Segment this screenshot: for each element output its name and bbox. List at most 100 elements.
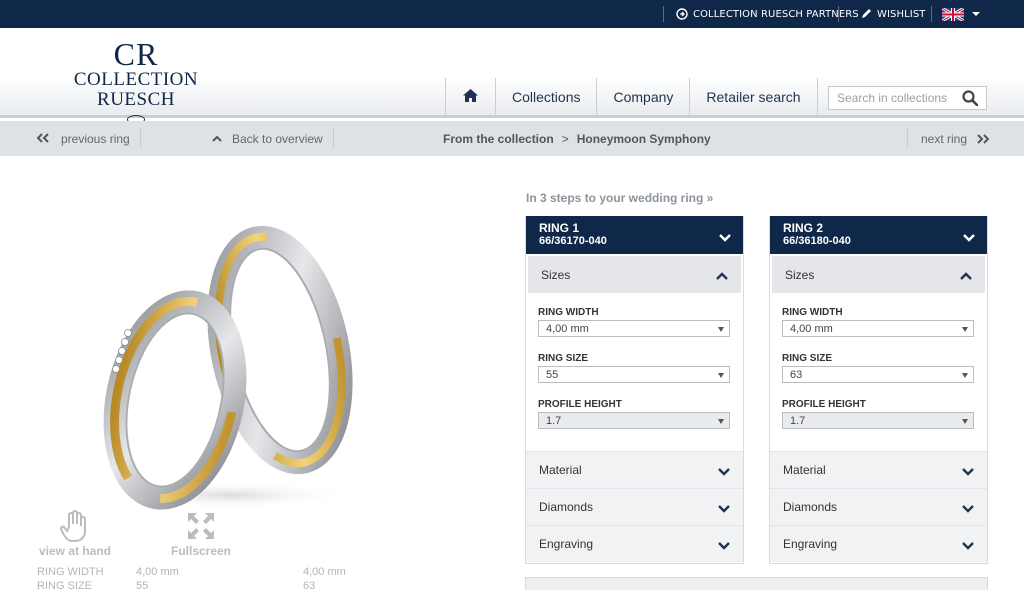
diamonds-section-toggle[interactable]: Diamonds xyxy=(526,488,743,525)
chevron-down-icon xyxy=(962,539,974,553)
profile-height-value: 1.7 xyxy=(790,414,806,427)
dropdown-arrow-icon xyxy=(962,327,968,332)
dropdown-arrow-icon xyxy=(718,419,724,424)
spec-ring2-value: 63 xyxy=(303,580,316,590)
engraving-section-toggle[interactable]: Engraving xyxy=(770,525,987,562)
fullscreen-label: Fullscreen xyxy=(170,544,232,558)
pencil-icon xyxy=(860,8,872,20)
breadcrumb-from[interactable]: From the collection xyxy=(443,132,554,146)
top-bar: COLLECTION RUESCH PARTNERS WISHLIST xyxy=(0,0,1024,28)
language-selector[interactable] xyxy=(942,0,980,28)
partners-link[interactable]: COLLECTION RUESCH PARTNERS xyxy=(676,0,859,28)
diamonds-label: Diamonds xyxy=(783,500,838,514)
ring-width-label: RING WIDTH xyxy=(538,307,599,318)
sizes-label: Sizes xyxy=(541,267,571,282)
spec-ring1-value: 4,00 mm xyxy=(136,566,179,578)
sizes-label: Sizes xyxy=(785,267,815,282)
dropdown-arrow-icon xyxy=(962,373,968,378)
ring-size-label: RING SIZE xyxy=(782,353,833,364)
profile-height-value: 1.7 xyxy=(546,414,562,427)
breadcrumb: From the collection > Honeymoon Symphony xyxy=(443,121,711,156)
dropdown-arrow-icon xyxy=(718,373,724,378)
three-steps-link[interactable]: In 3 steps to your wedding ring » xyxy=(526,191,713,205)
ring-size-select[interactable]: 63 xyxy=(782,366,974,383)
logo-monogram: CR xyxy=(113,36,159,72)
diamonds-section-toggle[interactable]: Diamonds xyxy=(770,488,987,525)
breadcrumb-collection[interactable]: Honeymoon Symphony xyxy=(577,132,711,146)
view-at-hand-label: view at hand xyxy=(38,544,112,558)
spec-label: RING SIZE xyxy=(37,580,93,590)
top-bar-divider xyxy=(838,6,839,22)
partners-label: COLLECTION RUESCH PARTNERS xyxy=(693,8,859,20)
ring-2-panel: RING 2 66/36180-040 Sizes RING WIDTH 4,0… xyxy=(769,216,988,564)
circle-arrow-icon xyxy=(676,8,688,20)
chevron-down-icon xyxy=(718,465,730,479)
back-to-overview-link[interactable]: Back to overview xyxy=(212,121,323,156)
engraving-label: Engraving xyxy=(783,537,838,551)
chevron-down-icon xyxy=(962,502,974,516)
profile-height-select[interactable]: 1.7 xyxy=(538,412,730,429)
sizes-section: RING WIDTH 4,00 mm RING SIZE 55 PROFILE … xyxy=(526,293,743,451)
double-chevron-left-icon xyxy=(36,131,49,146)
chevron-up-icon xyxy=(212,135,222,142)
dropdown-arrow-icon xyxy=(718,327,724,332)
previous-ring-link[interactable]: previous ring xyxy=(36,121,130,156)
table-row: RING WIDTH 4,00 mm 4,00 mm xyxy=(37,566,377,580)
ring-size-select[interactable]: 55 xyxy=(538,366,730,383)
chevron-down-icon xyxy=(972,12,980,16)
profile-height-label: PROFILE HEIGHT xyxy=(782,399,866,410)
ring-1-code: 66/36170-040 xyxy=(539,235,607,247)
chevron-down-icon xyxy=(718,539,730,553)
top-bar-divider xyxy=(663,6,664,22)
ring-2-header[interactable]: RING 2 66/36180-040 xyxy=(770,216,987,254)
sizes-section-toggle[interactable]: Sizes xyxy=(772,256,985,293)
hand-icon xyxy=(37,508,113,544)
main-nav: Collections Company Retailer search xyxy=(445,78,818,116)
search-input[interactable] xyxy=(837,91,962,105)
ring-1-header[interactable]: RING 1 66/36170-040 xyxy=(526,216,743,254)
dropdown-arrow-icon xyxy=(962,419,968,424)
spec-label: RING WIDTH xyxy=(37,566,104,578)
nav-collections[interactable]: Collections xyxy=(495,78,596,116)
engraving-section-toggle[interactable]: Engraving xyxy=(526,525,743,562)
fullscreen-icon xyxy=(170,508,232,544)
table-row: RING SIZE 55 63 xyxy=(37,580,377,590)
ring-width-select[interactable]: 4,00 mm xyxy=(538,320,730,337)
fullscreen-button[interactable]: Fullscreen xyxy=(170,508,232,558)
divider xyxy=(333,128,334,148)
spec-ring1-value: 55 xyxy=(136,580,149,590)
sizes-section-toggle[interactable]: Sizes xyxy=(528,256,741,293)
material-section-toggle[interactable]: Material xyxy=(526,451,743,488)
nav-home[interactable] xyxy=(445,78,495,116)
wishlist-link[interactable]: WISHLIST xyxy=(860,0,925,28)
ring-size-label: RING SIZE xyxy=(538,353,589,364)
material-label: Material xyxy=(539,463,582,477)
profile-height-label: PROFILE HEIGHT xyxy=(538,399,622,410)
ring-width-select[interactable]: 4,00 mm xyxy=(782,320,974,337)
divider xyxy=(907,128,908,148)
ring-1-panel: RING 1 66/36170-040 Sizes RING WIDTH 4,0… xyxy=(525,216,744,564)
brand-logo[interactable]: CR COLLECTION RUESCH xyxy=(36,38,236,124)
material-label: Material xyxy=(783,463,826,477)
ring-2-title: RING 2 xyxy=(783,221,824,235)
search-icon[interactable] xyxy=(962,90,979,110)
ring-2-code: 66/36180-040 xyxy=(783,235,851,247)
chevron-down-icon xyxy=(719,229,731,247)
ring-width-label: RING WIDTH xyxy=(782,307,843,318)
ring-navigation-bar: previous ring Back to overview From the … xyxy=(0,121,1024,156)
next-ring-link[interactable]: next ring xyxy=(921,121,990,156)
top-bar-divider xyxy=(931,6,932,22)
search-box xyxy=(828,86,987,110)
diamonds-label: Diamonds xyxy=(539,500,594,514)
nav-retailer-search[interactable]: Retailer search xyxy=(689,78,818,116)
logo-brand-name: COLLECTION RUESCH xyxy=(73,69,199,110)
material-section-toggle[interactable]: Material xyxy=(770,451,987,488)
engraving-label: Engraving xyxy=(539,537,594,551)
ring-width-value: 4,00 mm xyxy=(546,322,589,335)
profile-height-select[interactable]: 1.7 xyxy=(782,412,974,429)
chevron-down-icon xyxy=(963,229,975,247)
ring-pair-image[interactable] xyxy=(80,225,370,515)
view-at-hand-button[interactable]: view at hand xyxy=(37,508,113,558)
nav-company[interactable]: Company xyxy=(596,78,689,116)
breadcrumb-separator: > xyxy=(561,131,569,146)
